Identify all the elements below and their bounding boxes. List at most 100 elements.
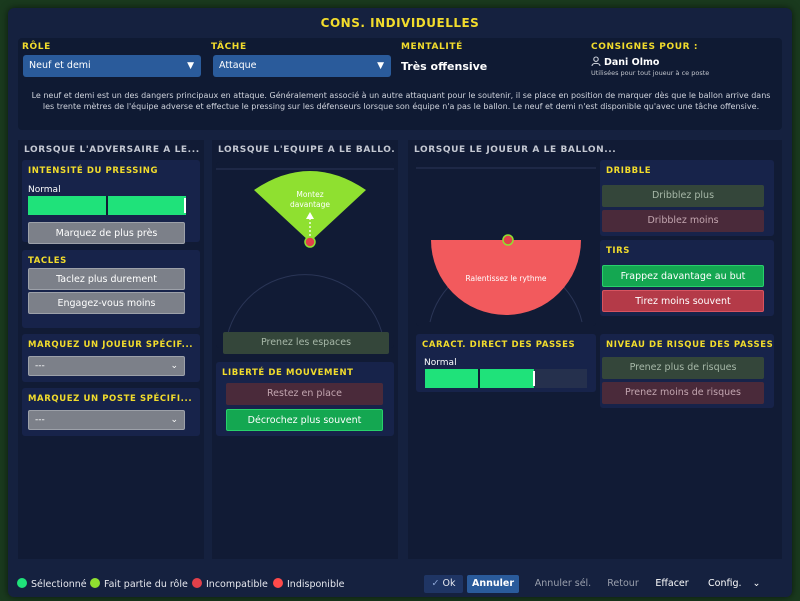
chevron-down-icon: ⌄ <box>170 415 178 425</box>
shoot-less-button[interactable]: Tirez moins souvent <box>602 290 764 312</box>
legend-incompatible-label: Incompatible <box>206 579 268 590</box>
tackle-harder-button[interactable]: Taclez plus durement <box>28 268 185 290</box>
player-name: Dani Olmo <box>604 57 660 68</box>
column-in-possession: LORSQUE L'ÉQUIPE A LE BALLO... Montez da… <box>212 140 398 559</box>
dribble-more-button[interactable]: Dribblez plus <box>602 185 764 207</box>
status-dot-icon <box>90 578 100 588</box>
push-up-label-1: Montez <box>296 190 324 199</box>
roam-button[interactable]: Décrochez plus souvent <box>226 409 383 431</box>
shots-title: TIRS <box>606 246 631 256</box>
mark-position-title: MARQUEZ UN POSTE SPÉCIFI... <box>28 394 193 404</box>
player-marker <box>502 234 514 246</box>
passing-title: CARACT. DIRECT DES PASSES <box>422 340 576 350</box>
slider-handle[interactable] <box>532 371 535 386</box>
legend-unavailable: Indisponible <box>273 578 344 590</box>
role-description: Le neuf et demi est un des dangers princ… <box>31 91 771 111</box>
tackle-less-button[interactable]: Engagez-vous moins <box>28 292 185 314</box>
slow-down-label: Ralentissez le rythme <box>465 274 547 283</box>
chevron-down-icon: ⌄ <box>170 361 178 371</box>
config-button[interactable]: Config. ⌄ <box>708 575 772 593</box>
mark-player-value: --- <box>35 361 45 371</box>
tackles-card: TACLES Taclez plus durement Engagez-vous… <box>22 250 200 328</box>
legend-unavailable-label: Indisponible <box>287 579 345 590</box>
status-dot-icon <box>192 578 202 588</box>
column-header: LORSQUE LE JOUEUR A LE BALLON... <box>414 145 617 155</box>
mark-player-card: MARQUEZ UN JOUEUR SPÉCIF... --- ⌄ <box>22 334 200 382</box>
check-icon: ✓ <box>431 578 440 589</box>
footer: Sélectionné Fait partie du rôle Incompat… <box>8 569 792 597</box>
player-sub: Utilisées pour tout joueur à ce poste <box>591 69 710 77</box>
legend-selected: Sélectionné <box>17 578 87 590</box>
task-select[interactable]: Attaque ▼ <box>213 55 391 77</box>
mark-closer-button[interactable]: Marquez de plus près <box>28 222 185 244</box>
pitch-area-2: Ralentissez le rythme <box>416 162 596 326</box>
slider-divider <box>478 369 480 388</box>
risk-more-button[interactable]: Prenez plus de risques <box>602 357 764 379</box>
back-button[interactable]: Retour <box>605 575 641 593</box>
push-up-label-2: davantage <box>289 200 331 209</box>
role-select[interactable]: Neuf et demi ▼ <box>23 55 201 77</box>
role-panel: RÔLE Neuf et demi ▼ TÂCHE Attaque ▼ MENT… <box>18 38 782 130</box>
task-value: Attaque <box>219 60 257 71</box>
dribble-less-button[interactable]: Dribblez moins <box>602 210 764 232</box>
dribble-card: DRIBBLE Dribblez plus Dribblez moins <box>600 160 774 236</box>
stay-button[interactable]: Restez en place <box>226 383 383 405</box>
cancel-selection-button[interactable]: Annuler sél. <box>532 575 594 593</box>
window-title: CONS. INDIVIDUELLES <box>320 16 480 30</box>
chevron-down-icon: ▼ <box>187 61 194 71</box>
status-dot-icon <box>17 578 27 588</box>
mark-position-select[interactable]: --- ⌄ <box>28 410 185 430</box>
player-name-row[interactable]: Dani Olmo <box>591 56 659 68</box>
mark-position-value: --- <box>35 415 45 425</box>
instructions-window: CONS. INDIVIDUELLES RÔLE Neuf et demi ▼ … <box>8 8 792 597</box>
instructions-for-label: CONSIGNES POUR : <box>591 42 699 52</box>
tackles-title: TACLES <box>28 256 67 266</box>
legend-role: Fait partie du rôle <box>90 578 188 590</box>
mark-player-title: MARQUEZ UN JOUEUR SPÉCIF... <box>28 340 194 350</box>
role-label: RÔLE <box>22 42 51 52</box>
legend-selected-label: Sélectionné <box>31 579 87 590</box>
mentality-label: MENTALITÉ <box>401 42 463 52</box>
passing-slider[interactable] <box>425 369 587 388</box>
pressing-level: Normal <box>28 185 61 195</box>
push-up-label: Montez davantage <box>280 190 340 210</box>
shots-card: TIRS Frappez davantage au but Tirez moin… <box>600 240 774 316</box>
chevron-down-icon: ⌄ <box>752 578 761 589</box>
pressing-card: INTENSITÉ DU PRESSING Normal Marquez de … <box>22 160 200 244</box>
task-label: TÂCHE <box>211 42 247 52</box>
legend-incompatible: Incompatible <box>192 578 268 590</box>
column-out-of-possession: LORSQUE L'ADVERSAIRE A LE... INTENSITÉ D… <box>18 140 204 559</box>
ok-button[interactable]: ✓ Ok <box>424 575 463 593</box>
role-value: Neuf et demi <box>29 60 91 71</box>
person-icon <box>591 56 601 67</box>
cancel-button[interactable]: Annuler <box>467 575 519 593</box>
shoot-more-button[interactable]: Frappez davantage au but <box>602 265 764 287</box>
legend-role-label: Fait partie du rôle <box>104 579 188 590</box>
player-marker <box>304 236 316 248</box>
take-spaces-button[interactable]: Prenez les espaces <box>223 332 389 354</box>
mark-player-select[interactable]: --- ⌄ <box>28 356 185 376</box>
freedom-title: LIBERTÉ DE MOUVEMENT <box>222 368 354 378</box>
pitch-diagram-2 <box>416 167 596 323</box>
slider-divider <box>106 196 108 215</box>
dribble-title: DRIBBLE <box>606 166 652 176</box>
pressing-title: INTENSITÉ DU PRESSING <box>28 166 159 176</box>
risk-card: NIVEAU DE RISQUE DES PASSES Prenez plus … <box>600 334 774 408</box>
clear-button[interactable]: Effacer <box>652 575 692 593</box>
freedom-card: LIBERTÉ DE MOUVEMENT Restez en place Déc… <box>216 362 394 436</box>
passing-card: CARACT. DIRECT DES PASSES Normal <box>416 334 596 392</box>
status-dot-icon <box>273 578 283 588</box>
config-label: Config. <box>708 578 742 589</box>
column-player-on-ball: LORSQUE LE JOUEUR A LE BALLON... Ralenti… <box>408 140 782 559</box>
risk-less-button[interactable]: Prenez moins de risques <box>602 382 764 404</box>
ok-label: Ok <box>442 578 456 589</box>
mark-position-card: MARQUEZ UN POSTE SPÉCIFI... --- ⌄ <box>22 388 200 436</box>
slider-handle[interactable] <box>184 198 186 213</box>
column-header: LORSQUE L'ÉQUIPE A LE BALLO... <box>218 145 394 155</box>
mentality-value: Très offensive <box>401 60 488 73</box>
pitch-area: Montez davantage <box>216 162 394 348</box>
passing-level: Normal <box>424 358 457 368</box>
column-header: LORSQUE L'ADVERSAIRE A LE... <box>24 145 200 155</box>
chevron-down-icon: ▼ <box>377 61 384 71</box>
pressing-slider[interactable] <box>28 196 186 215</box>
